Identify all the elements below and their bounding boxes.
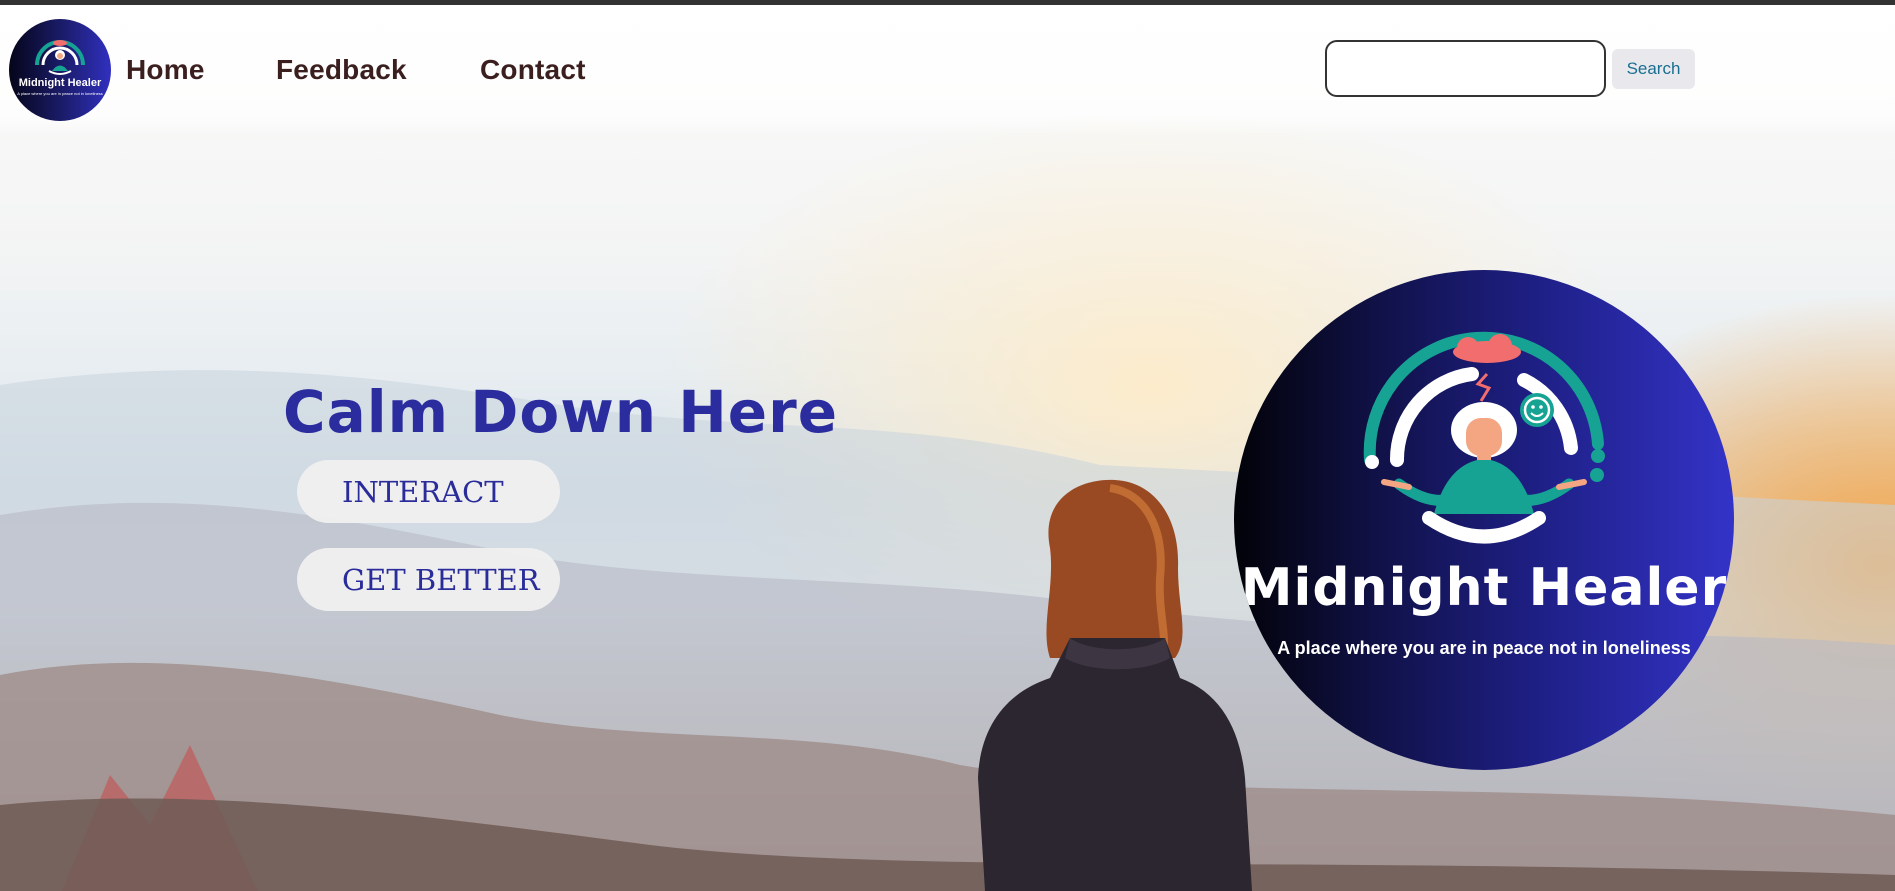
nav-logo-brand: Midnight Healer — [18, 77, 102, 89]
nav-link-home[interactable]: Home — [126, 54, 205, 86]
nav-link-feedback[interactable]: Feedback — [276, 54, 407, 86]
search-button[interactable]: Search — [1612, 49, 1695, 89]
hero-title: Calm Down Here — [283, 378, 839, 446]
interact-button[interactable]: INTERACT — [297, 460, 560, 523]
brand-logo: Midnight Healer A place where you are in… — [1234, 270, 1734, 770]
nav-link-contact[interactable]: Contact — [480, 54, 586, 86]
get-better-button[interactable]: GET BETTER — [297, 548, 560, 611]
brand-name: Midnight Healer — [1240, 558, 1728, 618]
woman-silhouette-image — [978, 479, 1252, 891]
nav-logo-tagline: A place where you are in peace not in lo… — [17, 91, 103, 96]
nav-logo[interactable]: Midnight Healer A place where you are in… — [9, 19, 111, 121]
brand-tagline: A place where you are in peace not in lo… — [1277, 638, 1691, 658]
healer-logo-icon — [35, 40, 85, 75]
healer-logo-icon — [1363, 331, 1605, 544]
search-input[interactable] — [1325, 40, 1606, 97]
